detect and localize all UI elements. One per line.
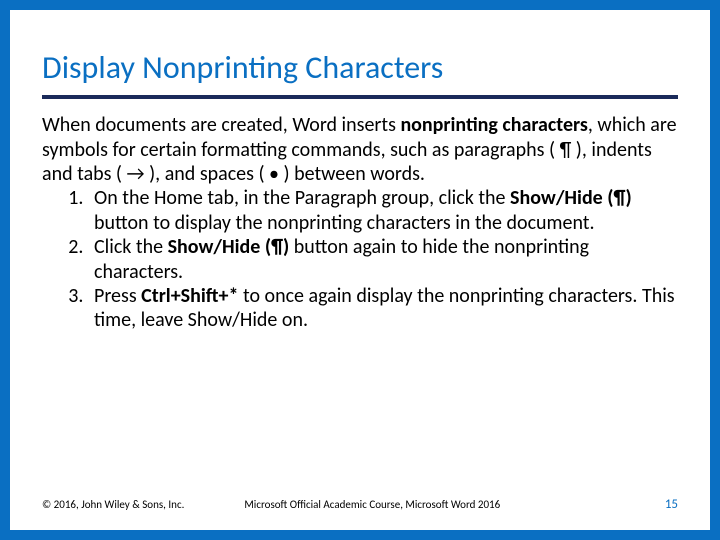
step-seg: button to display the nonprinting charac… [94, 211, 595, 235]
title-underline [42, 95, 678, 99]
intro-paragraph: When documents are created, Word inserts… [42, 113, 678, 186]
slide: Display Nonprinting Characters When docu… [0, 0, 720, 540]
body-text: When documents are created, Word inserts… [42, 113, 678, 333]
step-bold: Show/Hide (¶) [168, 235, 290, 259]
footer-page-number: 15 [665, 497, 678, 512]
step-bold: Show/Hide (¶) [510, 186, 632, 210]
step-item: Click the Show/Hide (¶) button again to … [88, 235, 678, 284]
footer-course: Microsoft Official Academic Course, Micr… [184, 498, 664, 511]
step-item: Press Ctrl+Shift+* to once again display… [88, 284, 678, 333]
step-seg: Click the [94, 235, 168, 259]
content-area: Display Nonprinting Characters When docu… [10, 10, 710, 333]
intro-seg1: When documents are created, Word inserts [42, 113, 400, 137]
step-seg: Press [94, 284, 141, 308]
slide-title: Display Nonprinting Characters [42, 50, 678, 85]
step-seg: On the Home tab, in the Paragraph group,… [94, 186, 510, 210]
slide-footer: © 2016, John Wiley & Sons, Inc. Microsof… [20, 497, 700, 512]
step-item: On the Home tab, in the Paragraph group,… [88, 186, 678, 235]
step-bold: Ctrl+Shift+* [141, 284, 238, 308]
footer-copyright: © 2016, John Wiley & Sons, Inc. [42, 498, 184, 511]
intro-bold: nonprinting characters [400, 113, 587, 137]
steps-list: On the Home tab, in the Paragraph group,… [88, 186, 678, 332]
